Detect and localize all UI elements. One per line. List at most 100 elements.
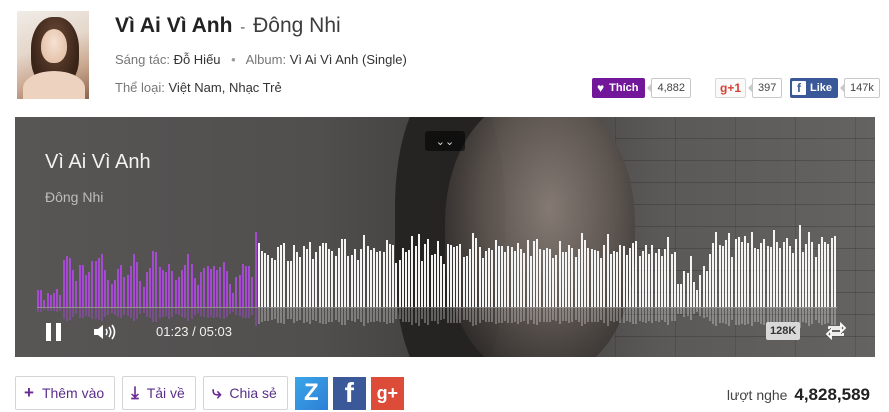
share-button[interactable]: ⤷ Chia sẻ <box>202 376 288 410</box>
waveform-bar <box>622 246 625 307</box>
like-button[interactable]: ♥ Thích <box>592 77 646 98</box>
waveform-bar <box>257 243 260 307</box>
waveform-reflection-bar <box>123 308 126 315</box>
repeat-icon[interactable] <box>825 321 847 341</box>
waveform-reflection-bar <box>408 308 411 322</box>
waveform-reflection-bar <box>792 308 795 321</box>
waveform-reflection-bar <box>104 308 107 317</box>
waveform-bar <box>385 240 388 307</box>
waveform-reflection-bar <box>277 308 279 323</box>
waveform-reflection-bar <box>734 308 737 325</box>
waveform-reflection-bar <box>344 308 347 325</box>
waveform-bar <box>485 251 487 307</box>
waveform-bar <box>801 252 804 307</box>
waveform-bar <box>689 256 692 307</box>
waveform-reflection-bar <box>622 308 625 323</box>
facebook-like-button[interactable]: f Like <box>790 77 839 98</box>
waveform-reflection-bar <box>363 308 366 326</box>
waveform-reflection-bar <box>590 308 593 322</box>
quality-badge[interactable]: 128K <box>766 322 801 340</box>
waveform-reflection-bar <box>645 308 647 323</box>
composer-link[interactable]: Đỗ Hiếu <box>174 52 221 67</box>
waveform-reflection-bar <box>549 308 551 322</box>
zing-icon[interactable]: Z <box>294 376 328 410</box>
waveform-bar <box>705 271 708 307</box>
player-artist[interactable]: Đông Nhi <box>45 189 103 205</box>
waveform-bar <box>398 260 401 307</box>
volume-icon[interactable] <box>92 322 118 342</box>
waveform-bar <box>558 241 561 307</box>
waveform-bar <box>766 246 769 307</box>
album-link[interactable]: Vì Ai Vì Anh (Single) <box>290 52 407 67</box>
waveform-bar <box>337 248 340 307</box>
waveform-reflection-bar <box>296 308 299 321</box>
waveform-reflection-bar <box>261 308 263 322</box>
album-cover[interactable] <box>17 11 89 99</box>
waveform-reflection-bar <box>648 308 651 321</box>
waveform-reflection-bar <box>107 308 110 315</box>
waveform-reflection-bar <box>469 308 471 322</box>
waveform-reflection-bar <box>539 308 542 322</box>
waveform-bar <box>673 252 676 307</box>
waveform-reflection-bar <box>715 308 718 326</box>
pause-button[interactable] <box>46 323 62 341</box>
waveform-reflection-bar <box>552 308 555 320</box>
waveform-bar <box>181 270 183 307</box>
waveform-reflection-bar <box>40 308 43 312</box>
waveform-reflection-bar <box>222 308 225 319</box>
waveform-reflection-bar <box>81 308 84 318</box>
waveform-bar <box>405 252 407 307</box>
waveform-bar <box>510 247 513 307</box>
google-plus-button[interactable]: g +1 <box>715 77 747 98</box>
add-to-playlist-button[interactable]: + Thêm vào <box>15 376 116 410</box>
waveform-bar <box>277 247 279 307</box>
waveform-reflection-bar <box>232 308 235 312</box>
waveform-reflection-bar <box>536 308 539 325</box>
waveform-reflection-bar <box>814 308 817 320</box>
waveform-bar <box>417 234 420 307</box>
waveform-reflection-bar <box>472 308 475 326</box>
song-artist-link[interactable]: Đông Nhi <box>253 14 341 37</box>
waveform-bar <box>190 264 193 307</box>
waveform-reflection-bar <box>597 308 599 322</box>
facebook-share-icon[interactable]: f <box>332 376 366 410</box>
waveform-reflection-bar <box>529 308 532 320</box>
waveform-bar <box>539 249 542 307</box>
waveform-bar <box>542 250 545 307</box>
waveform-reflection-bar <box>341 308 343 325</box>
fb-group: f Like 147k <box>790 77 880 98</box>
waveform-reflection-bar <box>616 308 619 321</box>
waveform-bar <box>219 267 222 307</box>
waveform-reflection-bar <box>747 308 750 324</box>
waveform-bar <box>798 225 801 307</box>
waveform-bar <box>494 240 497 307</box>
collapse-button[interactable]: ⌄⌄ <box>425 131 465 151</box>
waveform-reflection-bar <box>152 308 155 322</box>
waveform-reflection-bar <box>811 308 814 324</box>
waveform-bar <box>331 251 334 307</box>
waveform-bar <box>587 248 590 307</box>
waveform-reflection-bar <box>85 308 87 316</box>
waveform-bar <box>488 248 491 307</box>
waveform-reflection-bar <box>62 308 65 319</box>
waveform-bar <box>299 257 302 307</box>
waveform-reflection-bar <box>113 308 116 315</box>
waveform-bar <box>827 244 830 307</box>
waveform-bar <box>312 259 315 307</box>
waveform-reflection-bar <box>568 308 571 323</box>
waveform-bar <box>590 249 593 307</box>
waveform-bar <box>53 293 55 307</box>
download-button[interactable]: ⤓ Tải về <box>122 376 196 410</box>
waveform-seekbar[interactable] <box>37 225 837 330</box>
genre-link[interactable]: Việt Nam, Nhạc Trẻ <box>169 80 282 95</box>
waveform-bar <box>232 293 235 307</box>
waveform-bar <box>555 255 558 307</box>
waveform-bar <box>315 252 318 307</box>
waveform-reflection-bar <box>600 308 603 320</box>
waveform-reflection-bar <box>520 308 523 322</box>
waveform-reflection-bar <box>97 308 100 320</box>
waveform-reflection-bar <box>376 308 379 321</box>
waveform-bar <box>507 246 510 307</box>
google-plus-share-icon[interactable]: g+ <box>370 376 404 410</box>
download-label: Tải về <box>146 385 185 401</box>
